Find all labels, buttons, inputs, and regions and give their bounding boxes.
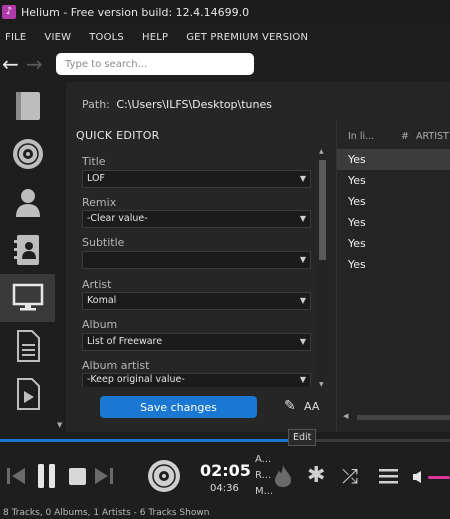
save-changes-button[interactable]: Save changes bbox=[100, 396, 257, 418]
document-icon bbox=[16, 330, 40, 362]
edit-tooltip: Edit bbox=[288, 429, 317, 446]
seek-bar[interactable] bbox=[0, 439, 450, 442]
chevron-down-icon: ▼ bbox=[299, 296, 306, 305]
nav-bar: ← → bbox=[0, 52, 450, 78]
sidebar-item-documents[interactable] bbox=[0, 322, 55, 370]
field-label-album-artist: Album artist bbox=[82, 359, 150, 372]
remix-field-value: -Clear value- bbox=[87, 213, 148, 224]
contacts-icon bbox=[13, 235, 39, 265]
title-bar: ♪ Helium - Free version build: 12.4.1469… bbox=[0, 0, 450, 24]
window-title: Helium - Free version build: 12.4.14699.… bbox=[21, 5, 250, 19]
table-row[interactable]: Yes bbox=[337, 254, 450, 275]
field-label-artist: Artist bbox=[82, 278, 112, 291]
pause-icon[interactable] bbox=[36, 463, 58, 489]
table-row[interactable]: Yes bbox=[337, 149, 450, 170]
menu-icon[interactable] bbox=[378, 468, 400, 486]
scroll-up-icon[interactable]: ▲ bbox=[319, 148, 324, 155]
table-row[interactable]: Yes bbox=[337, 212, 450, 233]
track-list: In li... # ARTIST Yes Yes Yes Yes Yes Ye… bbox=[336, 120, 450, 432]
column-header-number[interactable]: # bbox=[401, 131, 409, 142]
album-artist-field-value: -Keep original value- bbox=[87, 374, 185, 385]
back-arrow-icon[interactable]: ← bbox=[2, 54, 19, 74]
monitor-icon bbox=[12, 283, 43, 311]
menu-view[interactable]: VIEW bbox=[44, 32, 71, 43]
chevron-down-icon: ▼ bbox=[299, 337, 306, 346]
field-label-album: Album bbox=[82, 318, 118, 331]
now-playing-artist: A... bbox=[255, 454, 272, 465]
scrollbar-thumb[interactable] bbox=[319, 160, 326, 260]
quick-editor-title: QUICK EDITOR bbox=[76, 129, 160, 142]
next-icon[interactable] bbox=[94, 466, 114, 486]
video-icon bbox=[16, 378, 40, 410]
sidebar bbox=[0, 82, 55, 432]
track-duration: 04:36 bbox=[210, 483, 239, 494]
album-field-value: List of Freeware bbox=[87, 336, 163, 347]
sidebar-item-contacts[interactable] bbox=[0, 226, 55, 274]
font-size-icon[interactable]: AA bbox=[304, 400, 319, 413]
scroll-left-icon[interactable]: ◀ bbox=[343, 412, 348, 420]
library-icon bbox=[15, 92, 40, 120]
horizontal-scrollbar[interactable] bbox=[357, 415, 450, 420]
album-artist-field[interactable]: -Keep original value- ▼ bbox=[82, 373, 311, 387]
menu-file[interactable]: FILE bbox=[5, 32, 26, 43]
artist-icon bbox=[15, 189, 40, 217]
sidebar-item-library[interactable] bbox=[0, 82, 55, 130]
remix-field[interactable]: -Clear value- ▼ bbox=[82, 210, 311, 228]
album-field[interactable]: List of Freeware ▼ bbox=[82, 333, 311, 351]
menu-help[interactable]: HELP bbox=[142, 32, 168, 43]
sidebar-item-albums[interactable] bbox=[0, 130, 55, 178]
chevron-down-icon: ▼ bbox=[299, 174, 306, 183]
sidebar-item-artists[interactable] bbox=[0, 178, 55, 226]
menu-get-premium[interactable]: GET PREMIUM VERSION bbox=[186, 32, 308, 43]
app-logo-icon: ♪ bbox=[2, 5, 16, 19]
edit-pen-icon[interactable]: ✎ bbox=[284, 398, 296, 414]
title-field-value: LOF bbox=[87, 173, 105, 184]
path-label: Path: bbox=[82, 98, 110, 111]
chevron-down-icon: ▼ bbox=[299, 375, 306, 384]
menu-bar: FILE VIEW TOOLS HELP GET PREMIUM VERSION bbox=[0, 27, 450, 47]
now-playing-album: M... bbox=[255, 486, 274, 497]
chevron-down-icon: ▼ bbox=[299, 255, 306, 264]
elapsed-time: 02:05 bbox=[200, 461, 251, 480]
stop-icon[interactable] bbox=[68, 467, 88, 487]
table-row[interactable]: Yes bbox=[337, 191, 450, 212]
field-label-remix: Remix bbox=[82, 196, 117, 209]
previous-icon[interactable] bbox=[6, 466, 26, 486]
seek-bar-fill bbox=[0, 439, 315, 442]
field-label-subtitle: Subtitle bbox=[82, 236, 125, 249]
main-panel: Path: C:\Users\ILFS\Desktop\tunes QUICK … bbox=[66, 82, 450, 432]
asterisk-icon[interactable]: ✱ bbox=[307, 463, 325, 488]
search-input[interactable] bbox=[56, 53, 254, 75]
volume-slider[interactable] bbox=[428, 476, 450, 479]
title-field[interactable]: LOF ▼ bbox=[82, 170, 311, 188]
editor-scrollbar[interactable]: ▲ ▼ bbox=[318, 148, 327, 388]
flame-icon[interactable] bbox=[273, 464, 293, 488]
path-row: Path: C:\Users\ILFS\Desktop\tunes bbox=[82, 98, 272, 111]
sidebar-item-video[interactable] bbox=[0, 370, 55, 418]
shuffle-icon[interactable]: ⤮ bbox=[342, 464, 358, 488]
table-row[interactable]: Yes bbox=[337, 170, 450, 191]
volume-icon[interactable] bbox=[412, 470, 424, 484]
disc-icon bbox=[12, 139, 43, 169]
status-bar: 8 Tracks, 0 Albums, 1 Artists - 6 Tracks… bbox=[3, 508, 210, 518]
table-row[interactable]: Yes bbox=[337, 233, 450, 254]
artist-field-value: Komal bbox=[87, 295, 117, 306]
sidebar-item-now-playing[interactable] bbox=[0, 274, 55, 322]
subtitle-field[interactable]: ▼ bbox=[82, 251, 311, 269]
player-bar: 02:05 04:36 A... R... M... ✱ ⤮ bbox=[0, 446, 450, 506]
disc-icon[interactable] bbox=[146, 458, 182, 494]
column-header-artist[interactable]: ARTIST bbox=[416, 131, 449, 142]
scroll-down-icon[interactable]: ▼ bbox=[57, 421, 62, 429]
now-playing-title: R... bbox=[255, 470, 272, 481]
path-value: C:\Users\ILFS\Desktop\tunes bbox=[116, 98, 272, 111]
column-header-in-library[interactable]: In li... bbox=[348, 131, 374, 142]
scroll-down-icon[interactable]: ▼ bbox=[319, 381, 324, 388]
field-label-title: Title bbox=[82, 155, 106, 168]
artist-field[interactable]: Komal ▼ bbox=[82, 292, 311, 310]
menu-tools[interactable]: TOOLS bbox=[89, 32, 124, 43]
chevron-down-icon: ▼ bbox=[299, 214, 306, 223]
forward-arrow-icon[interactable]: → bbox=[26, 54, 43, 74]
